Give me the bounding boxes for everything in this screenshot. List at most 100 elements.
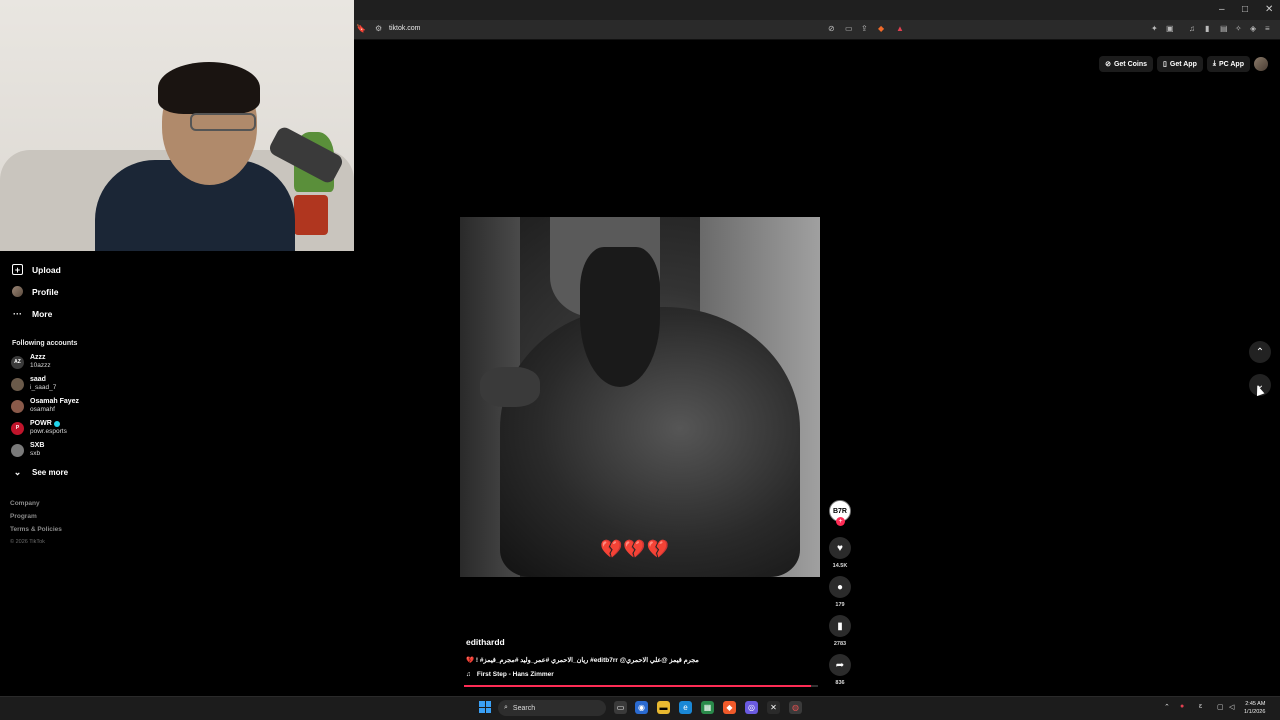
footer-link-program[interactable]: Program	[10, 513, 37, 520]
upload-icon: +	[12, 264, 23, 275]
video-progress-bar[interactable]	[464, 685, 818, 687]
brave-icon[interactable]: ◆	[723, 701, 736, 714]
account-name: saad	[30, 376, 46, 383]
brave-shield-icon[interactable]: ◆	[878, 24, 884, 33]
taskbar-search[interactable]: ⌕ Search	[498, 700, 606, 716]
tray-chevron-icon[interactable]: ⌃	[1164, 703, 1170, 711]
video-player[interactable]: 💔💔💔	[460, 217, 820, 577]
like-action[interactable]: ♥ 14.5K	[828, 537, 852, 569]
taskbar-clock[interactable]: 2:45 AM 1/1/2026	[1244, 700, 1265, 716]
save-action[interactable]: ▮ 2783	[828, 615, 852, 647]
profile-icon	[12, 286, 23, 297]
network-icon[interactable]: ▢	[1217, 703, 1224, 711]
video-caption: 💔 ! #ريان_الاحمري #عمر_وليد #مجرم_قيمز #…	[466, 657, 699, 664]
following-account[interactable]: saad i_saad_7	[11, 376, 56, 392]
video-username[interactable]: edithardd	[466, 637, 505, 647]
store-icon[interactable]: ▦	[701, 701, 714, 714]
share-action[interactable]: ➦ 836	[828, 654, 852, 686]
more-icon: ···	[13, 308, 22, 319]
chevron-up-icon: ⌃	[1255, 346, 1265, 358]
comment-action[interactable]: ● 179	[828, 576, 852, 608]
phone-icon: ▯	[1163, 61, 1167, 68]
get-app-button[interactable]: ▯ Get App	[1157, 56, 1203, 72]
sidebar-item-label: Upload	[32, 264, 61, 275]
file-explorer-icon[interactable]: ▬	[657, 701, 670, 714]
account-handle: sxb	[30, 450, 41, 457]
sidebar-item-profile[interactable]: Profile	[12, 286, 58, 297]
sidebar-item-label: More	[32, 308, 53, 319]
volume-icon[interactable]: ◁	[1229, 703, 1234, 711]
menu-icon[interactable]: ≡	[1265, 24, 1270, 33]
music-note-icon: ♫	[466, 671, 471, 678]
address-bar[interactable]	[354, 20, 1280, 40]
leo-icon[interactable]: ✧	[1235, 24, 1242, 33]
obs-icon[interactable]: ◍	[789, 701, 802, 714]
language-icon[interactable]: ε	[1199, 703, 1202, 710]
maximize-button[interactable]: □	[1242, 4, 1248, 15]
screen: – □ ✕ 🔖 ⚙ tiktok.com ⊘ ▭ ⇪ ◆ ▲ ✦ ▣ ♫ ▮ ▤…	[0, 0, 1280, 720]
share-icon[interactable]: ➦	[829, 654, 851, 676]
account-handle: osamahf	[30, 406, 55, 413]
account-name: Azzz	[30, 354, 46, 361]
reader-icon[interactable]: ▣	[1166, 24, 1174, 33]
cast-icon[interactable]: ▭	[845, 24, 853, 33]
comment-count: 179	[835, 602, 845, 608]
windows-start-icon[interactable]	[479, 701, 491, 713]
xbox-icon[interactable]: ✕	[767, 701, 780, 714]
footer-link-terms[interactable]: Terms & Policies	[10, 526, 62, 533]
copilot-icon[interactable]: ◉	[635, 701, 648, 714]
following-accounts-title: Following accounts	[12, 340, 78, 347]
site-info-icon[interactable]: ⚙	[375, 24, 382, 33]
header-actions: ⊘ Get Coins ▯ Get App ⤓ PC App	[1099, 56, 1268, 72]
account-avatar: AZ	[11, 355, 24, 369]
wallet-icon[interactable]: ▤	[1220, 24, 1228, 33]
see-more-button[interactable]: ⌄ See more	[12, 467, 68, 478]
music-icon[interactable]: ♫	[1189, 24, 1195, 33]
share-page-icon[interactable]: ⇪	[861, 24, 868, 33]
close-window-button[interactable]: ✕	[1265, 4, 1273, 15]
bookmark-icon[interactable]: 🔖	[356, 24, 366, 33]
mic-icon[interactable]: ●	[1180, 703, 1184, 710]
account-name: POWR	[30, 420, 52, 427]
heart-icon[interactable]: ♥	[829, 537, 851, 559]
following-account[interactable]: Osamah Fayez osamahf	[11, 398, 79, 414]
extensions-icon[interactable]: ✦	[1151, 24, 1158, 33]
account-avatar: P	[11, 421, 24, 435]
sidebar-toggle-icon[interactable]: ▮	[1205, 24, 1209, 33]
account-name: Osamah Fayez	[30, 398, 80, 405]
mute-icon[interactable]: ⊘	[828, 24, 835, 33]
follow-plus-icon[interactable]: +	[836, 517, 845, 526]
minimize-button[interactable]: –	[1219, 4, 1225, 15]
coin-icon: ⊘	[1105, 61, 1111, 68]
url-text[interactable]: tiktok.com	[389, 25, 421, 32]
discord-icon[interactable]: ◎	[745, 701, 758, 714]
taskbar-search-label: Search	[512, 704, 536, 712]
music-row[interactable]: ♫ First Step - Hans Zimmer	[466, 671, 554, 678]
edge-icon[interactable]: e	[679, 701, 692, 714]
account-avatar	[11, 377, 24, 391]
rewards-icon[interactable]: ▲	[896, 24, 904, 33]
see-more-label: See more	[32, 468, 69, 477]
following-account[interactable]: P POWR powr.esports	[11, 420, 67, 436]
webcam-overlay	[0, 0, 354, 251]
following-account[interactable]: AZ Azzz 10azzz	[11, 354, 51, 370]
task-view-icon[interactable]: ▭	[614, 701, 627, 714]
bookmark-icon[interactable]: ▮	[829, 615, 851, 637]
share-count: 836	[835, 680, 845, 686]
get-app-label: Get App	[1169, 60, 1197, 68]
sidebar-item-more[interactable]: ··· More	[12, 308, 52, 319]
previous-video-button[interactable]: ⌃	[1249, 341, 1271, 363]
sidebar-item-label: Profile	[32, 286, 59, 297]
pc-app-button[interactable]: ⤓ PC App	[1206, 56, 1250, 72]
streamer-hair	[158, 62, 260, 114]
vpn-icon[interactable]: ◈	[1250, 24, 1256, 33]
footer-link-company[interactable]: Company	[10, 500, 40, 507]
sidebar-item-upload[interactable]: + Upload	[12, 264, 61, 275]
comment-icon[interactable]: ●	[829, 576, 851, 598]
video-subject-beard	[580, 247, 660, 387]
plant-pot	[294, 195, 328, 235]
user-avatar[interactable]	[1254, 57, 1268, 71]
following-account[interactable]: SXB sxb	[11, 442, 44, 458]
account-name-row: POWR	[30, 420, 67, 428]
get-coins-button[interactable]: ⊘ Get Coins	[1099, 56, 1154, 72]
